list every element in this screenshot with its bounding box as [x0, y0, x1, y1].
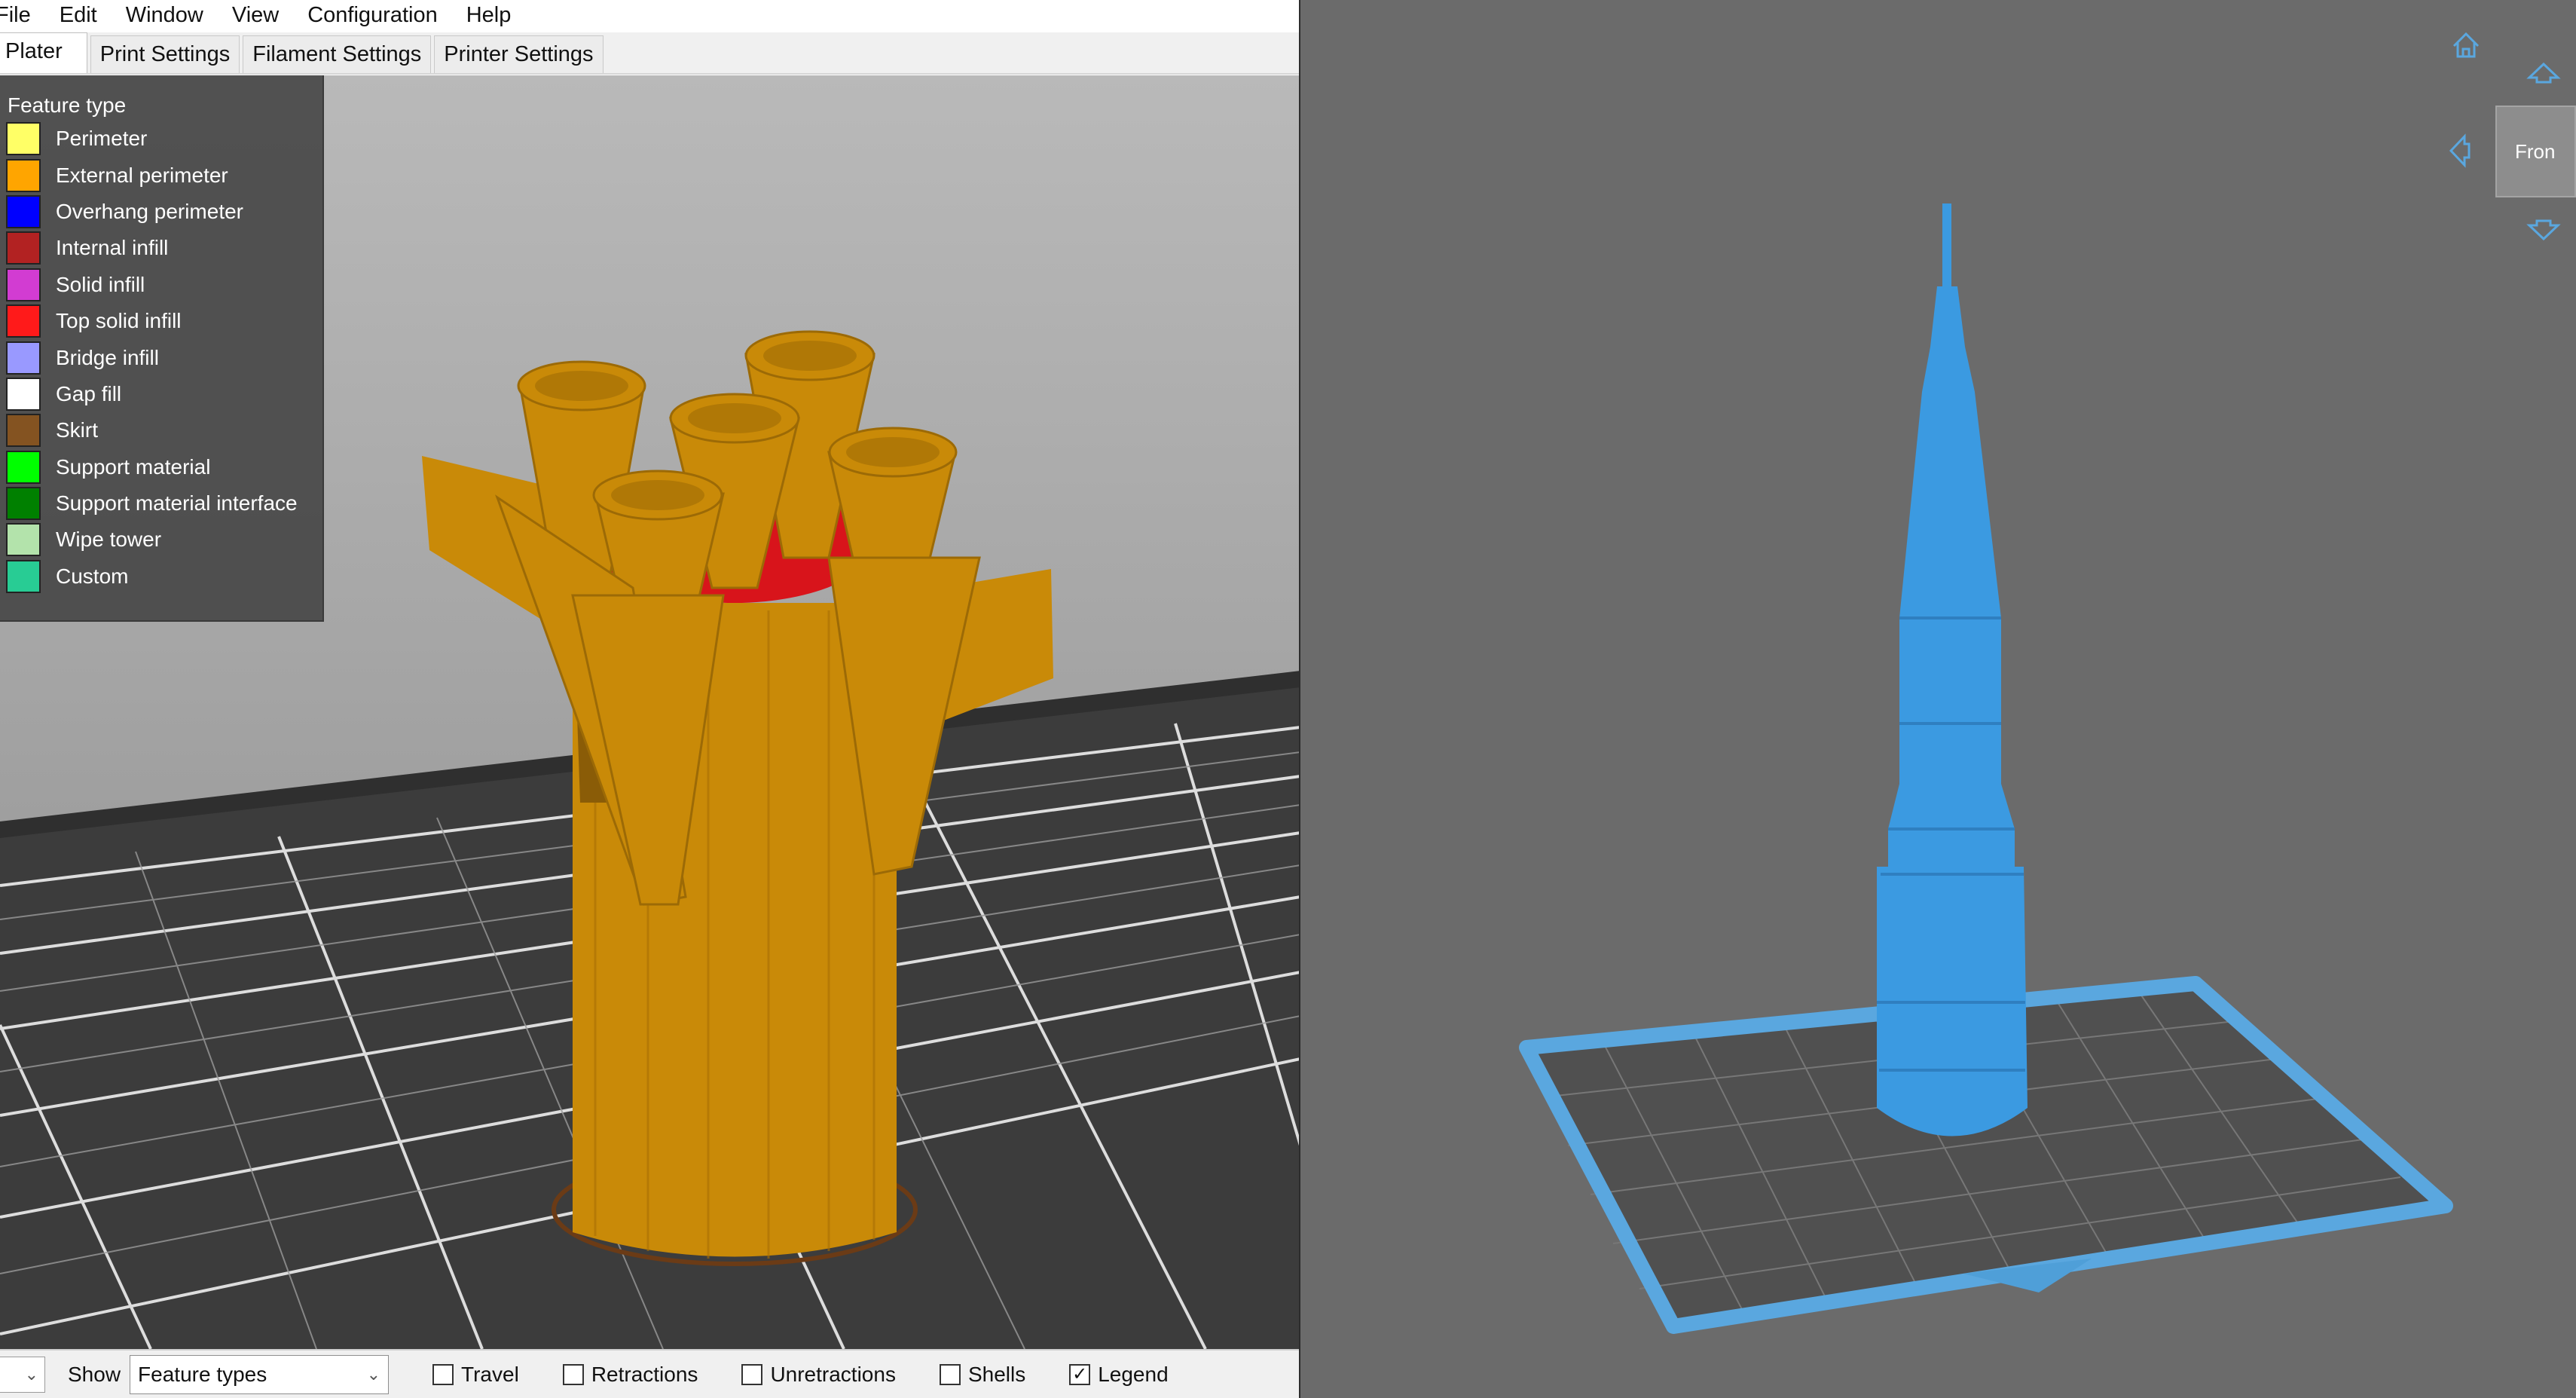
tab-plater[interactable]: Plater	[0, 32, 87, 73]
menu-edit[interactable]: Edit	[45, 0, 112, 30]
legend-item: Skirt	[0, 412, 322, 448]
legend-swatch	[6, 450, 41, 484]
legend-swatch	[6, 194, 41, 228]
legend-item: Bridge infill	[0, 339, 322, 375]
checkbox-label: Retractions	[591, 1362, 698, 1386]
checkbox-retractions[interactable]: Retractions	[562, 1362, 698, 1387]
legend-list: Perimeter External perimeter Overhang peri…	[0, 121, 322, 595]
menu-help[interactable]: Help	[452, 0, 526, 30]
legend-swatch	[6, 304, 41, 338]
slicer-pane: File Edit Window View Configuration Help…	[0, 0, 1300, 1398]
legend-label: Support material	[56, 454, 211, 479]
legend-label: Overhang perimeter	[56, 199, 244, 223]
legend-item: External perimeter	[0, 157, 322, 193]
legend-label: Support material interface	[56, 491, 298, 515]
legend-swatch	[6, 268, 41, 301]
legend-swatch	[6, 559, 41, 593]
show-select-value: Feature types	[138, 1362, 267, 1386]
checkmark-icon[interactable]: ✓	[1069, 1363, 1091, 1385]
legend-label: Wipe tower	[56, 528, 162, 552]
view-cube[interactable]: Fron	[2495, 106, 2576, 197]
checkbox-label: Travel	[461, 1362, 519, 1386]
legend-swatch	[6, 414, 41, 448]
rotate-up-icon[interactable]	[2526, 59, 2562, 86]
checkbox-box[interactable]	[939, 1363, 961, 1385]
view-cube-label: Fron	[2515, 139, 2556, 163]
gcode-preview-viewport[interactable]: Feature type Perimeter External perimeter…	[0, 75, 1300, 1349]
legend-label: Internal infill	[56, 236, 169, 260]
legend-item: Perimeter	[0, 121, 322, 157]
legend-swatch	[6, 377, 41, 411]
checkbox-box[interactable]	[562, 1363, 584, 1385]
legend-item: Custom	[0, 558, 322, 595]
menu-window[interactable]: Window	[112, 0, 218, 30]
legend-swatch	[6, 158, 41, 192]
checkbox-legend[interactable]: ✓ Legend	[1069, 1362, 1169, 1387]
legend-label: Perimeter	[56, 127, 148, 151]
checkbox-box[interactable]	[432, 1363, 454, 1385]
rotate-down-icon[interactable]	[2526, 217, 2562, 244]
checkbox-label: Legend	[1098, 1362, 1169, 1386]
show-label: Show	[68, 1362, 121, 1386]
legend-item: Gap fill	[0, 376, 322, 412]
legend-item: Wipe tower	[0, 522, 322, 558]
model-viewer-pane[interactable]: Fron	[1300, 0, 2576, 1398]
chevron-down-icon: ⌄	[24, 1364, 38, 1384]
legend-item: Top solid infill	[0, 303, 322, 339]
legend-label: External perimeter	[56, 163, 228, 187]
menu-configuration[interactable]: Configuration	[293, 0, 452, 30]
legend-swatch	[6, 523, 41, 557]
view-dropdown[interactable]: ⌄	[0, 1356, 45, 1393]
legend-label: Skirt	[56, 418, 98, 442]
legend-label: Bridge infill	[56, 345, 159, 369]
legend-item: Support material	[0, 449, 322, 485]
legend-label: Gap fill	[56, 381, 122, 405]
menu-file[interactable]: File	[0, 0, 45, 30]
checkbox-unretractions[interactable]: Unretractions	[741, 1363, 896, 1387]
checkbox-label: Unretractions	[770, 1362, 896, 1386]
tab-bar: Plater Print Settings Filament Settings …	[0, 32, 1300, 75]
legend-item: Internal infill	[0, 230, 322, 266]
preview-toolbar: ⌄ Show Feature types ⌄ Travel Retractions…	[0, 1349, 1300, 1398]
legend-swatch	[6, 231, 41, 265]
legend-item: Solid infill	[0, 267, 322, 303]
tab-printer-settings[interactable]: Printer Settings	[434, 35, 604, 73]
legend-item: Overhang perimeter	[0, 194, 322, 230]
checkbox-label: Shells	[967, 1362, 1026, 1386]
legend-label: Solid infill	[56, 272, 145, 296]
model-scene	[1519, 203, 2453, 1334]
checkbox-box[interactable]	[741, 1363, 763, 1385]
checkbox-shells[interactable]: Shells	[939, 1362, 1026, 1387]
rocket-model	[1877, 203, 2027, 1136]
legend-swatch	[6, 487, 41, 521]
legend-swatch	[6, 122, 41, 156]
checkbox-travel[interactable]: Travel	[432, 1363, 519, 1387]
tab-filament-settings[interactable]: Filament Settings	[243, 35, 432, 73]
tab-print-settings[interactable]: Print Settings	[90, 35, 240, 73]
legend-label: Custom	[56, 564, 129, 588]
legend-title: Feature type	[8, 93, 127, 117]
rotate-left-icon[interactable]	[2446, 133, 2473, 169]
menu-bar: File Edit Window View Configuration Help	[0, 0, 1300, 30]
home-icon[interactable]	[2449, 29, 2483, 62]
legend-swatch	[6, 341, 41, 375]
feature-type-legend: Feature type Perimeter External perimeter…	[0, 75, 324, 622]
view-options: Travel Retractions Unretractions Shells ✓ Leg…	[389, 1363, 1169, 1387]
legend-label: Top solid infill	[56, 309, 182, 333]
chevron-down-icon: ⌄	[366, 1364, 381, 1384]
menu-view[interactable]: View	[218, 0, 293, 30]
show-select[interactable]: Feature types ⌄	[130, 1354, 390, 1394]
legend-item: Support material interface	[0, 485, 322, 522]
